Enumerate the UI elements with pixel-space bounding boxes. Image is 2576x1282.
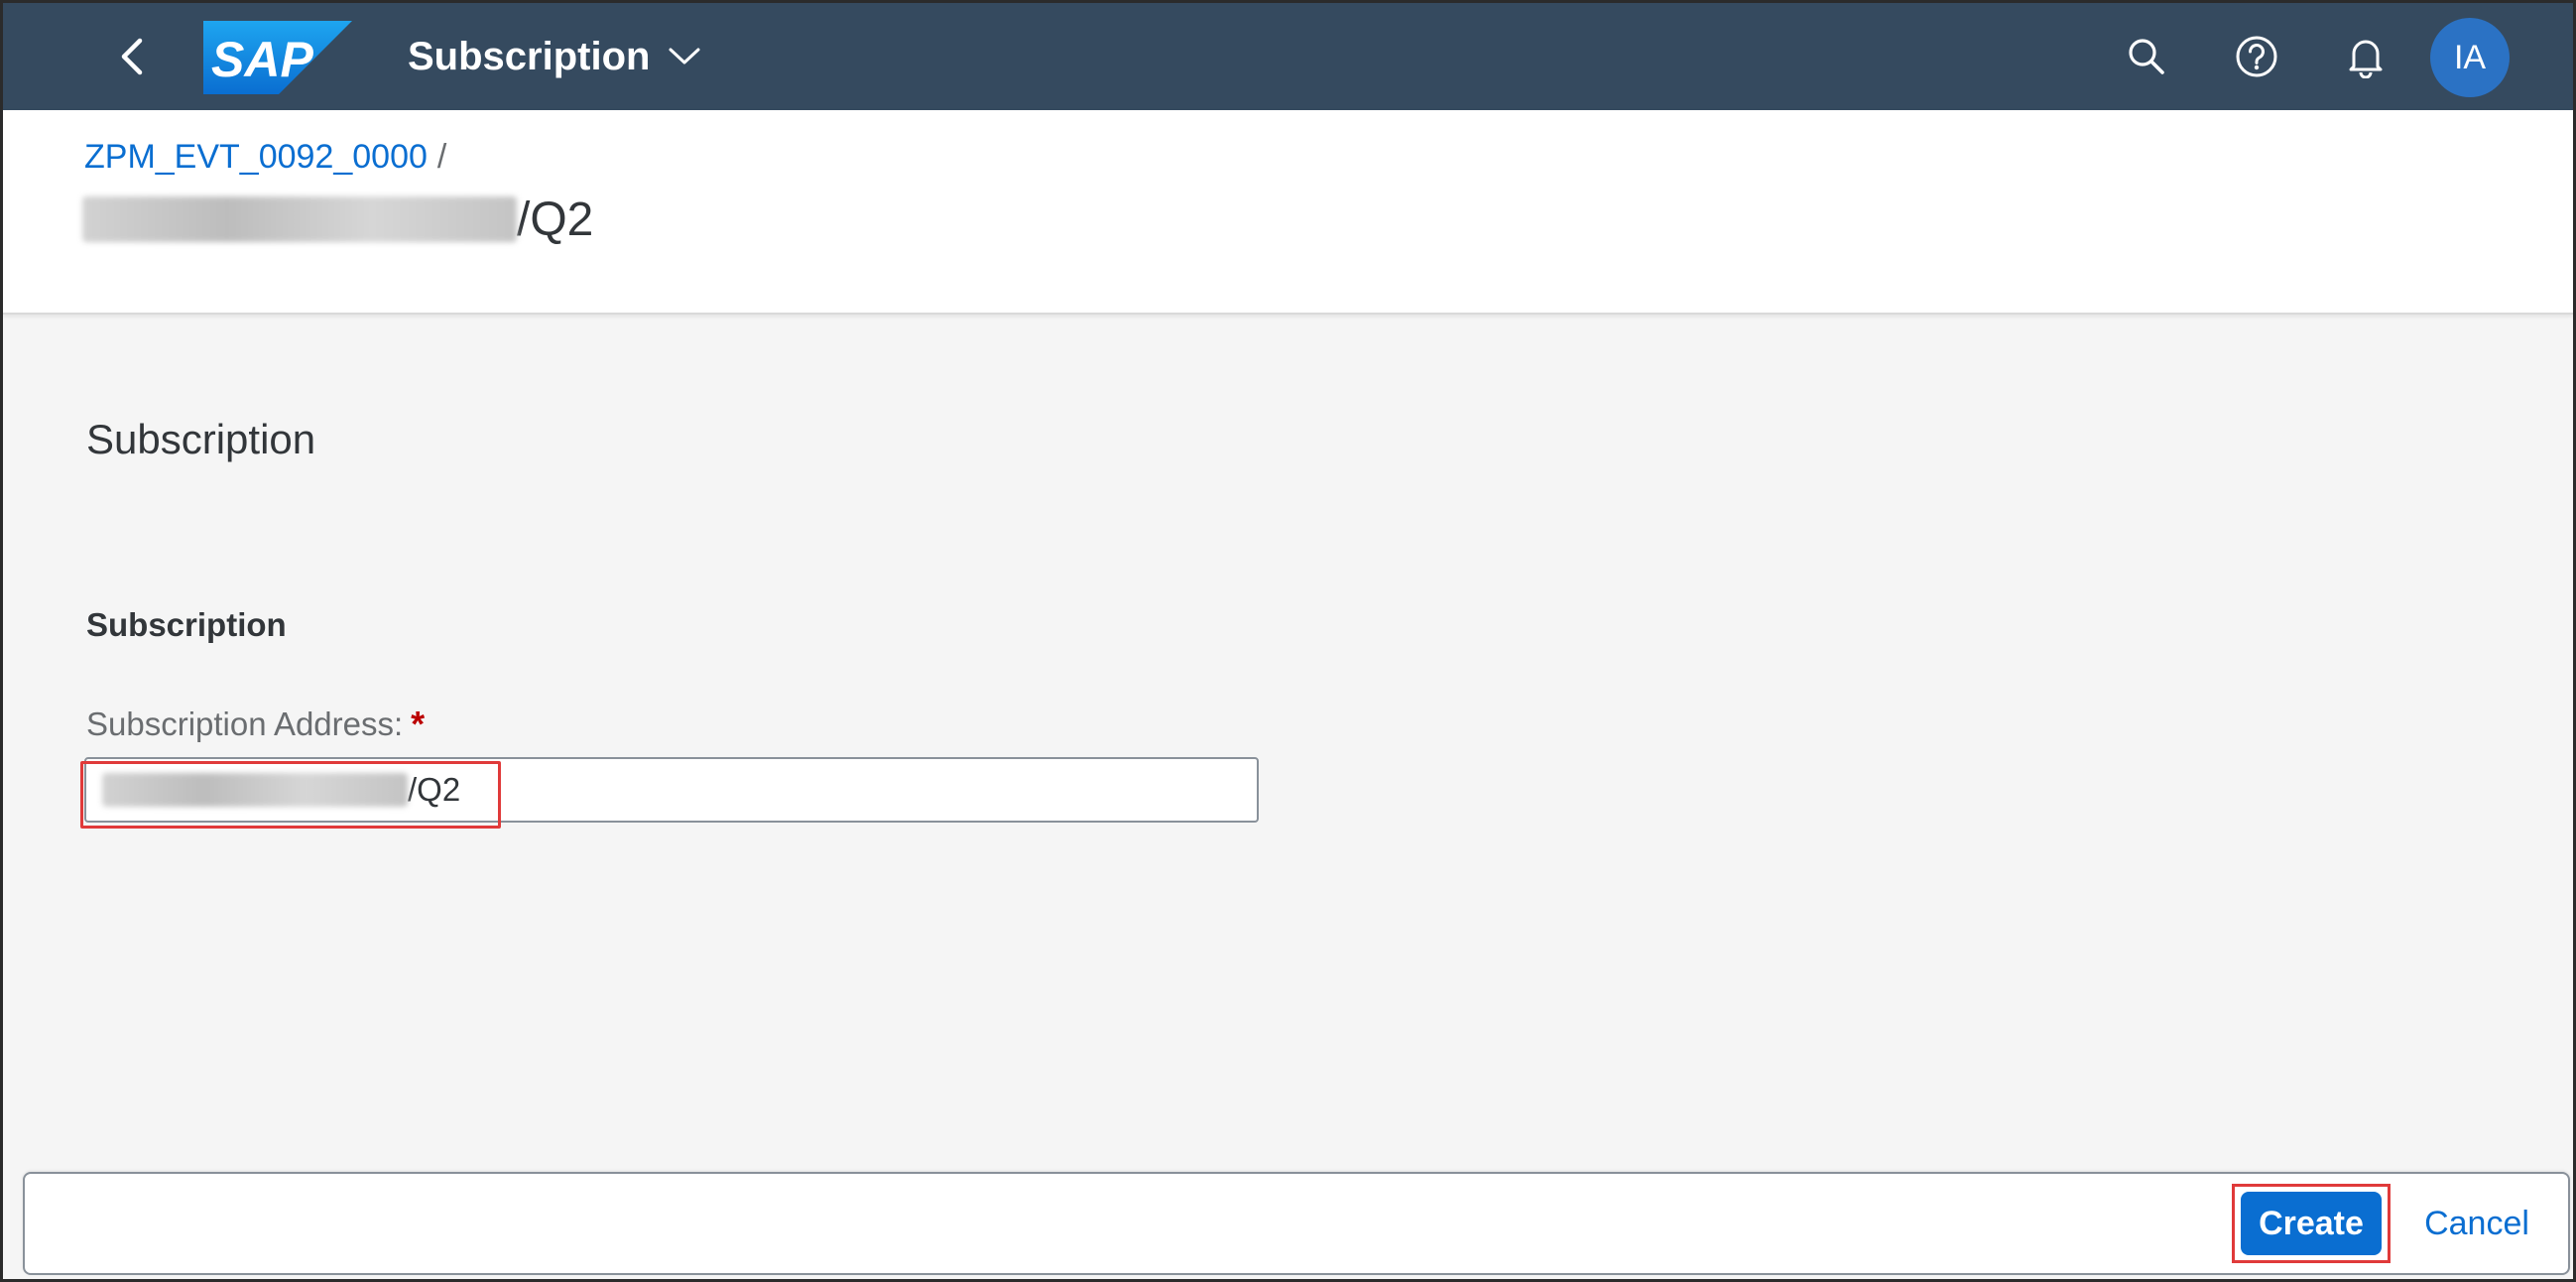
app-title-menu[interactable]: Subscription: [408, 31, 701, 82]
input-value-suffix: /Q2: [408, 771, 461, 808]
help-button[interactable]: [2227, 27, 2286, 86]
search-icon: [2129, 39, 2164, 74]
cancel-button[interactable]: Cancel: [2407, 1192, 2546, 1255]
page-header: ZPM_EVT_0092_0000 / /Q2: [3, 110, 2573, 315]
help-icon: [2236, 36, 2277, 77]
breadcrumb-separator: /: [436, 138, 447, 176]
logo-text: SAP: [211, 32, 313, 87]
input-value: /Q2: [102, 771, 460, 809]
required-marker: *: [411, 704, 426, 744]
user-avatar[interactable]: IA: [2430, 18, 2510, 97]
section-title: Subscription: [86, 416, 316, 462]
app-title: Subscription: [408, 34, 651, 78]
field-label-text: Subscription Address:: [86, 705, 404, 742]
redacted-text: [82, 196, 517, 242]
back-icon: [121, 38, 143, 75]
breadcrumb: ZPM_EVT_0092_0000 /: [84, 138, 446, 177]
notification-icon: [2349, 40, 2383, 78]
breadcrumb-link[interactable]: ZPM_EVT_0092_0000: [84, 138, 428, 177]
back-button[interactable]: [102, 27, 162, 86]
chevron-down-icon: [669, 48, 700, 64]
search-button[interactable]: [2117, 27, 2176, 86]
shell-bar: SAP Subscription IA: [3, 3, 2573, 110]
footer-toolbar: [23, 1172, 2570, 1275]
create-button[interactable]: Create: [2241, 1192, 2382, 1255]
page-title-suffix: /Q2: [517, 192, 594, 246]
subscription-address-label: Subscription Address: *: [86, 704, 425, 745]
notifications-button[interactable]: [2336, 27, 2395, 86]
sap-logo[interactable]: SAP: [203, 21, 352, 94]
page-title: /Q2: [82, 190, 593, 249]
subscription-address-input[interactable]: /Q2: [84, 757, 1259, 823]
avatar-initials: IA: [2453, 38, 2487, 76]
redacted-text: [102, 773, 408, 807]
form-group-title: Subscription: [86, 606, 287, 643]
app-window: SAP Subscription IA ZPM_EVT_0092_0000 / …: [0, 0, 2576, 1282]
